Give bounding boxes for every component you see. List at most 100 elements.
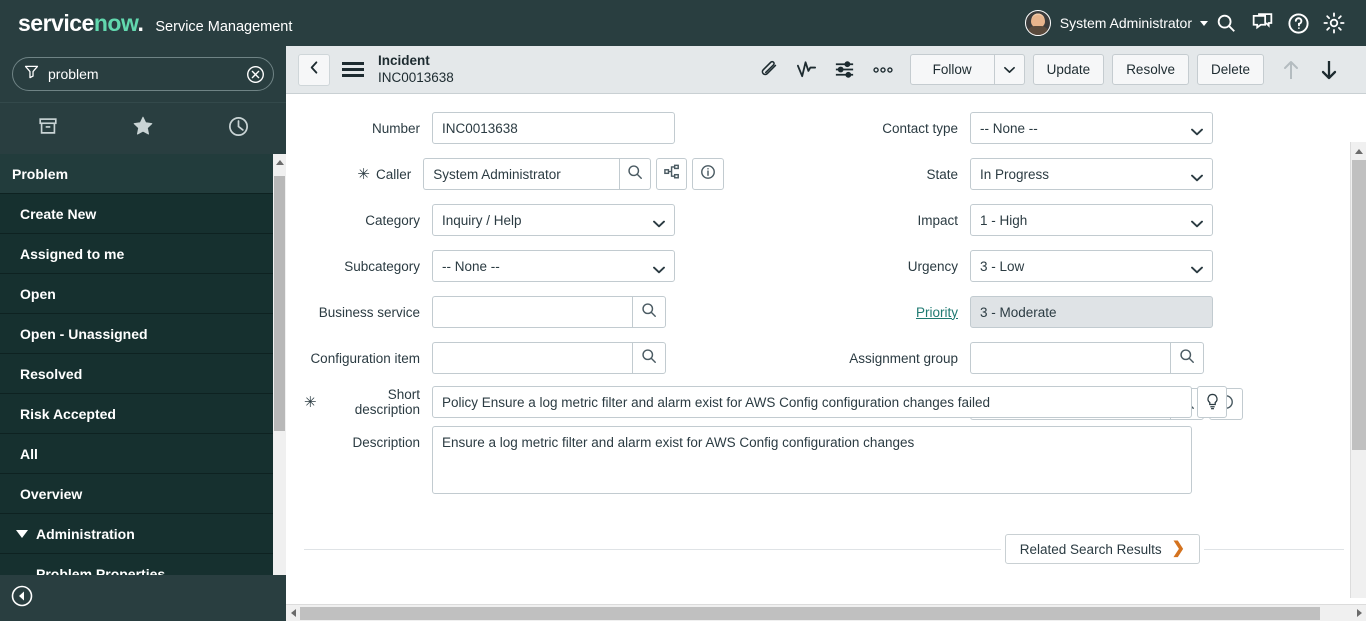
info-button-caller[interactable]: [692, 158, 724, 190]
update-button[interactable]: Update: [1032, 54, 1105, 85]
form-vertical-scrollbar[interactable]: [1350, 142, 1366, 598]
info-icon: [700, 164, 716, 185]
servicenow-logo[interactable]: servicenow. Service Management: [0, 10, 292, 37]
form-horizontal-scrollbar[interactable]: [286, 604, 1366, 621]
input-caller[interactable]: [423, 158, 620, 190]
input-business-service[interactable]: [432, 296, 632, 328]
sidebar-item-favorites[interactable]: [95, 103, 190, 155]
search-button-caller[interactable]: [619, 158, 651, 190]
sidebar-item-all-applications[interactable]: [0, 103, 95, 155]
scroll-up-arrow[interactable]: [273, 154, 286, 170]
scroll-right-arrow[interactable]: [1352, 605, 1366, 622]
sidebar-item-risk-accepted[interactable]: Risk Accepted: [0, 394, 286, 434]
arrow-up-icon[interactable]: [1272, 51, 1310, 89]
navigator-filter-box[interactable]: [12, 57, 274, 91]
input-assignment-group[interactable]: [970, 342, 1170, 374]
field-label-state: State: [842, 167, 970, 182]
main-content: Incident INC0013638 Follow Update Resolv…: [286, 46, 1366, 621]
field-label-priority[interactable]: Priority: [842, 305, 970, 320]
field-label-caller: ✳ Caller: [304, 167, 423, 182]
short-description-input[interactable]: [432, 386, 1192, 418]
search-input[interactable]: [48, 66, 246, 82]
delete-button[interactable]: Delete: [1196, 54, 1264, 85]
logo-text: servicenow.: [18, 9, 144, 36]
field-row-contact-type: Contact type -- None --: [842, 112, 1262, 144]
clock-icon: [227, 115, 250, 143]
field-label-impact: Impact: [842, 213, 970, 228]
field-row-number: Number: [304, 112, 724, 144]
search-button-configuration-item[interactable]: [632, 342, 666, 374]
paperclip-icon[interactable]: [750, 51, 788, 89]
sidebar-scrollbar[interactable]: [273, 154, 286, 591]
field-row-state: State In Progress: [842, 158, 1262, 190]
gear-icon[interactable]: [1316, 5, 1352, 41]
hamburger-menu-icon[interactable]: [342, 62, 364, 77]
required-indicator-icon: ✳: [357, 165, 370, 183]
sidebar-item-label: Overview: [20, 485, 83, 502]
select-state[interactable]: In Progress: [970, 158, 1213, 190]
more-options-icon[interactable]: [864, 51, 902, 89]
search-button-assignment-group[interactable]: [1170, 342, 1204, 374]
user-name[interactable]: System Administrator: [1060, 15, 1192, 31]
form-toolbar: Incident INC0013638 Follow Update Resolv…: [286, 46, 1366, 94]
clear-circle-x-icon[interactable]: [246, 65, 265, 84]
back-button[interactable]: [298, 53, 330, 86]
field-label-text: Category: [365, 212, 420, 228]
avatar[interactable]: [1024, 10, 1051, 36]
select-category[interactable]: Inquiry / Help: [432, 204, 675, 236]
sidebar-item-assigned-to-me[interactable]: Assigned to me: [0, 234, 286, 274]
field-label-text: Urgency: [907, 258, 958, 274]
activity-pulse-icon[interactable]: [788, 51, 826, 89]
chevron-down-icon[interactable]: [1200, 20, 1208, 26]
form-body: Number ✳ Caller Category Inquiry / Help Subca…: [286, 94, 1366, 598]
back-chevron-icon: [307, 60, 322, 80]
sliders-icon[interactable]: [826, 51, 864, 89]
sidebar-item-open-unassigned[interactable]: Open - Unassigned: [0, 314, 286, 354]
field-row-business-service: Business service: [304, 296, 724, 328]
sidebar-item-all[interactable]: All: [0, 434, 286, 474]
follow-button[interactable]: Follow: [909, 54, 995, 85]
resolve-button[interactable]: Resolve: [1112, 54, 1189, 85]
sidebar-item-open[interactable]: Open: [0, 274, 286, 314]
chat-icon[interactable]: [1244, 5, 1280, 41]
select-contact-type[interactable]: -- None --: [970, 112, 1213, 144]
chevron-down-icon: [1003, 62, 1015, 77]
select-subcategory[interactable]: -- None --: [432, 250, 675, 282]
scroll-left-arrow[interactable]: [286, 605, 300, 622]
sidebar-item-label: Resolved: [20, 365, 83, 382]
sidebar-item-overview[interactable]: Overview: [0, 474, 286, 514]
field-label-text: Business service: [318, 304, 420, 320]
select-value: In Progress: [980, 166, 1050, 182]
scrollbar-thumb[interactable]: [300, 607, 1320, 620]
sidebar-item-administration[interactable]: Administration: [0, 514, 286, 554]
nav-section-header: Problem: [0, 154, 286, 194]
search-icon[interactable]: [1208, 5, 1244, 41]
input-configuration-item[interactable]: [432, 342, 632, 374]
search-button-business-service[interactable]: [632, 296, 666, 328]
scroll-up-arrow[interactable]: [1351, 142, 1366, 160]
application-name: Service Management: [155, 18, 293, 35]
record-type: Incident: [378, 52, 430, 68]
select-urgency[interactable]: 3 - Low: [970, 250, 1213, 282]
description-textarea[interactable]: Ensure a log metric filter and alarm exi…: [432, 426, 1192, 494]
readonly-field-priority: 3 - Moderate: [970, 296, 1213, 328]
select-impact[interactable]: 1 - High: [970, 204, 1213, 236]
scrollbar-thumb[interactable]: [274, 176, 285, 431]
field-label-text[interactable]: Priority: [916, 305, 958, 320]
banner-right-controls: System Administrator: [1024, 5, 1366, 41]
sidebar-item-history[interactable]: [191, 103, 286, 155]
input-number[interactable]: [432, 112, 675, 144]
sidebar-item-create-new[interactable]: Create New: [0, 194, 286, 234]
arrow-down-icon[interactable]: [1310, 51, 1348, 89]
select-value: Inquiry / Help: [442, 212, 522, 228]
sidebar-item-label: Open - Unassigned: [20, 325, 148, 342]
collapse-left-icon[interactable]: [10, 584, 34, 613]
lightbulb-icon[interactable]: [1197, 386, 1227, 418]
help-icon[interactable]: [1280, 5, 1316, 41]
sidebar-item-resolved[interactable]: Resolved: [0, 354, 286, 394]
org-chart-button-caller[interactable]: [655, 158, 688, 190]
related-search-results-button[interactable]: Related Search Results ❯: [1004, 534, 1200, 564]
caret-down-icon: [16, 529, 28, 538]
follow-dropdown-button[interactable]: [994, 54, 1025, 85]
scrollbar-thumb[interactable]: [1352, 160, 1366, 450]
